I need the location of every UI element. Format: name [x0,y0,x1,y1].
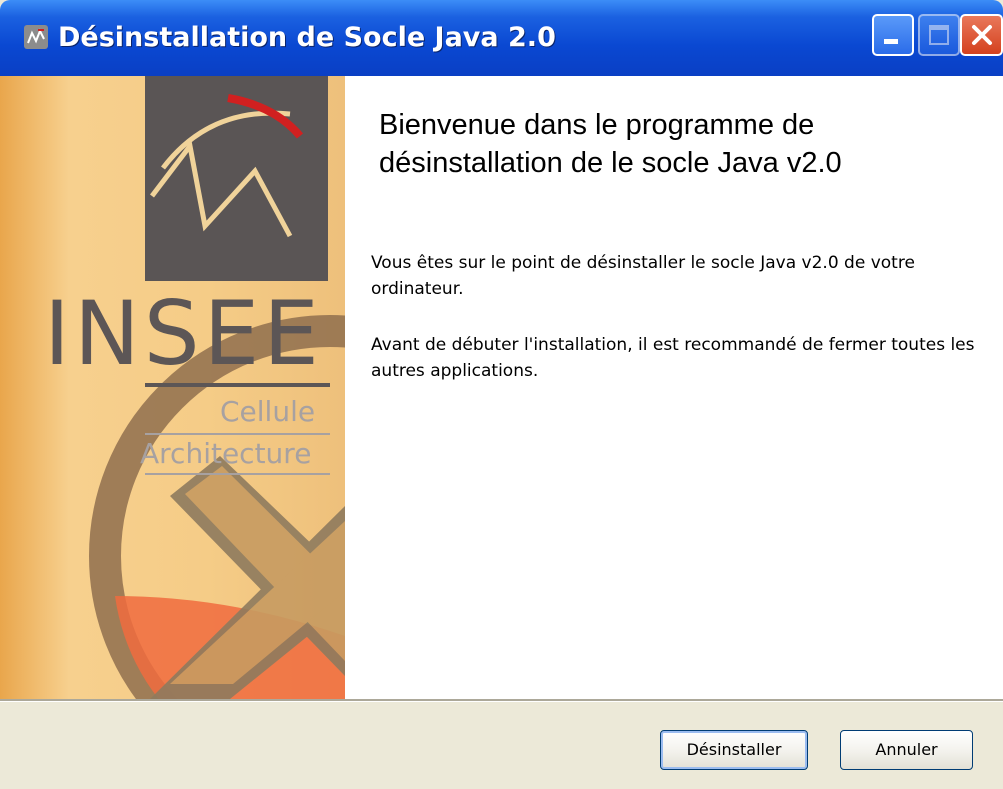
banner-subtitle-cellule: Cellule [220,395,316,428]
welcome-banner: INSEE Cellule Architecture [0,76,345,699]
maximize-button[interactable] [918,14,960,56]
cancel-button[interactable]: Annuler [840,730,973,770]
window-title: Désinstallation de Socle Java 2.0 [58,22,556,53]
banner-artwork [89,76,345,699]
close-button[interactable] [960,14,1003,56]
close-icon [972,25,992,45]
content-panel: Bienvenue dans le programme de désinstal… [345,76,1003,699]
description-paragraph-2: Avant de débuter l'installation, il est … [371,335,975,381]
button-bar: Désinstaller Annuler [0,702,1003,789]
page-title: Bienvenue dans le programme de désinstal… [379,109,842,179]
uninstaller-window: Désinstallation de Socle Java 2.0 INSEE … [0,0,1003,789]
minimize-icon [884,39,898,44]
installer-icon [24,25,48,49]
title-bar[interactable]: Désinstallation de Socle Java 2.0 [0,0,1003,76]
uninstall-button[interactable]: Désinstaller [660,730,808,770]
banner-subtitle-architecture: Architecture [140,437,312,470]
description-paragraph-1: Vous êtes sur le point de désinstaller l… [371,253,915,299]
maximize-icon [929,25,949,45]
banner-logo-text: INSEE [44,282,323,385]
minimize-button[interactable] [872,14,914,56]
